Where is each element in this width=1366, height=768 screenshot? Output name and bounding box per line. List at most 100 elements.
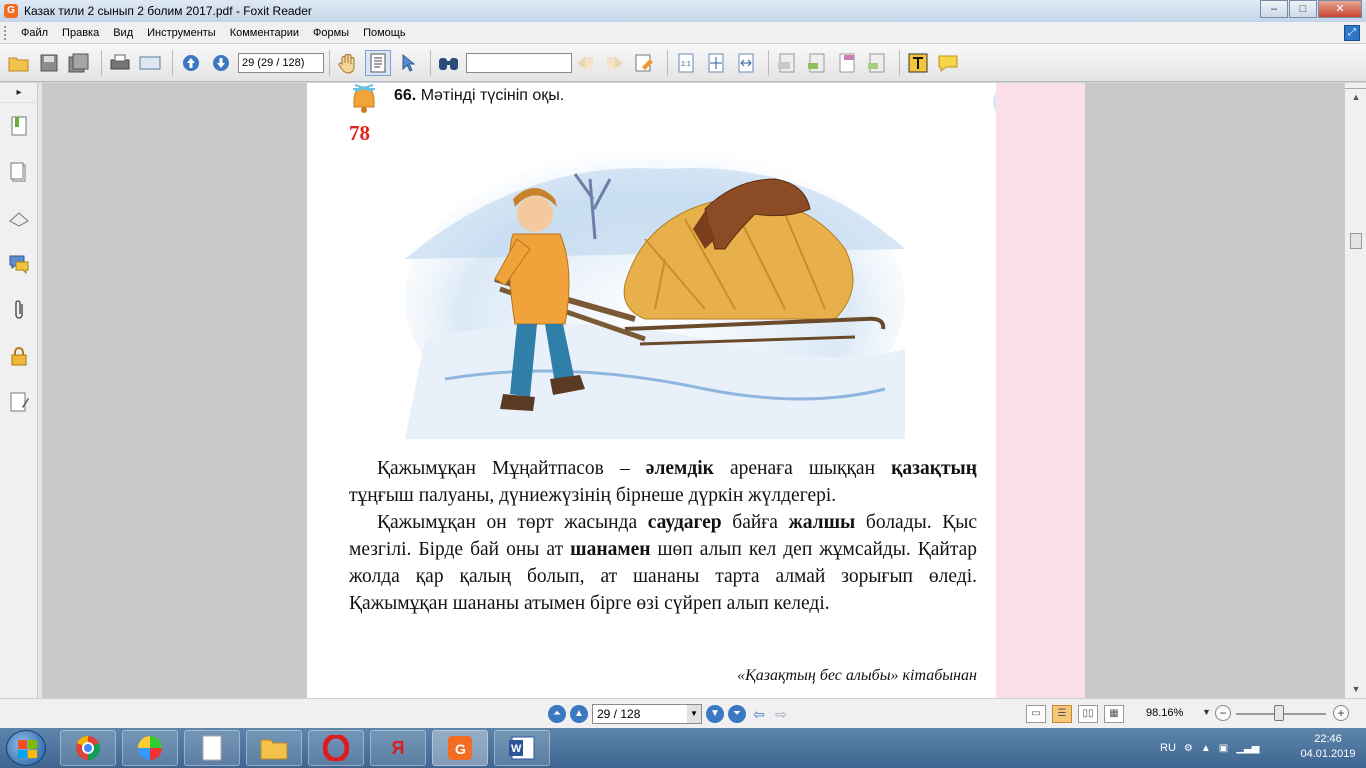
zoom-level[interactable]: 98.16% [1146,707,1183,719]
zoom-out-button[interactable]: − [1215,705,1231,721]
taskbar-foxit-reader[interactable]: G [432,730,488,766]
menu-bar: Файл Правка Вид Инструменты Комментарии … [0,22,1366,44]
menu-file[interactable]: Файл [14,27,55,39]
start-button[interactable] [6,730,46,766]
menu-forms[interactable]: Формы [306,27,356,39]
maximize-button[interactable]: □ [1289,0,1317,18]
security-icon[interactable] [0,333,38,379]
typewriter-icon[interactable] [905,50,931,76]
comment-note-icon[interactable] [935,50,961,76]
window-title: Казак тили 2 сынып 2 болим 2017.pdf - Fo… [24,4,312,18]
last-page-icon[interactable]: ⏷ [728,705,746,723]
menu-comments[interactable]: Комментарии [223,27,306,39]
select-pointer-icon[interactable] [395,50,421,76]
select-text-icon[interactable] [365,49,391,76]
next-page-status-icon[interactable]: ▼ [706,705,724,723]
scan-icon[interactable] [137,50,163,76]
toolbar-separator [101,49,102,76]
single-page-icon[interactable]: ▭ [1026,705,1046,723]
zoom-slider-thumb[interactable] [1274,705,1284,721]
print-icon[interactable] [107,50,133,76]
find-icon[interactable] [436,50,462,76]
bold-term: жалшы [788,512,856,533]
close-button[interactable]: ✕ [1318,0,1362,18]
toolbar-separator [667,49,668,76]
toolbar-separator [430,49,431,76]
facing-pages-icon[interactable]: ▯▯ [1078,705,1098,723]
status-page-input[interactable]: 29 / 128 ▼ [592,704,702,724]
menu-view[interactable]: Вид [106,27,140,39]
bookmarks-icon[interactable] [0,103,38,149]
scroll-up-button[interactable]: ▲ [1345,89,1366,106]
menu-edit[interactable]: Правка [55,27,106,39]
prev-page-status-icon[interactable]: ▲ [570,705,588,723]
bell-icon [353,84,375,113]
back-arrow-icon[interactable]: ⇦ [750,705,768,723]
scroll-thumb[interactable] [1350,233,1362,249]
taskbar-file-explorer[interactable] [246,730,302,766]
bold-term: әлемдік [645,458,714,479]
taskbar-beach-ball[interactable] [122,730,178,766]
pdf-file-icon[interactable] [834,50,860,76]
system-clock[interactable]: 22:46 04.01.2019 [1296,732,1360,762]
chevron-down-icon[interactable]: ▼ [687,705,701,723]
taskbar-opera[interactable] [308,730,364,766]
next-page-icon[interactable] [208,50,234,76]
create-pdf-icon[interactable] [774,50,800,76]
convert-pdf-icon[interactable] [804,50,830,76]
scroll-down-button[interactable]: ▼ [1345,681,1366,698]
foxit-app-icon[interactable]: G [4,4,18,18]
network-update-icon[interactable]: ⚙ [1184,743,1193,754]
search-input[interactable] [466,52,572,73]
attachments-icon[interactable] [0,287,38,333]
page-number-input[interactable] [238,52,324,73]
layers-icon[interactable] [0,195,38,241]
pages-icon[interactable] [0,149,38,195]
signatures-icon[interactable] [0,379,38,425]
menu-help[interactable]: Помощь [356,27,413,39]
taskbar-word[interactable]: W [494,730,550,766]
forward-arrow-icon[interactable]: ⇨ [772,705,790,723]
pdf-export-icon[interactable] [864,50,890,76]
search-prev-icon[interactable] [572,50,598,76]
title-bar: G Казак тили 2 сынып 2 болим 2017.pdf - … [0,0,1366,22]
vertical-scrollbar[interactable]: ▲ ▼ [1344,83,1366,698]
save-icon[interactable] [36,50,62,76]
pdf-page: 78 66. Мәтінді түсініп оқы. Қажымұқан Мұ… [307,83,1027,698]
continuous-page-icon[interactable]: ☰ [1052,705,1072,723]
continuous-facing-icon[interactable]: ▦ [1104,705,1124,723]
save-all-icon[interactable] [66,50,92,76]
taskbar-yandex[interactable]: Я [370,730,426,766]
task-heading: 66. Мәтінді түсініп оқы. [394,87,564,105]
hand-tool-icon[interactable] [335,50,361,76]
comments-icon[interactable] [0,241,38,287]
taskbar-chrome[interactable] [60,730,116,766]
show-hidden-icons-icon[interactable]: ▲ [1201,743,1211,754]
page-navigation: ⏶ ▲ 29 / 128 ▼ ▼ ⏷ ⇦ ⇨ [548,704,794,724]
search-next-icon[interactable] [602,50,628,76]
main-text: Қажымұқан Мұңайтпасов – әлемдік аренаға … [349,455,977,617]
zoom-in-button[interactable]: + [1333,705,1349,721]
paragraph: Қажымұқан он төрт жасында саудагер байға… [349,509,977,617]
minimize-button[interactable]: – [1260,0,1288,18]
clock-date: 04.01.2019 [1300,748,1356,760]
zoom-dropdown-icon[interactable]: ▼ [1202,707,1211,717]
open-icon[interactable] [6,50,32,76]
source-citation: «Қазақтың бес алыбы» кітабынан [737,667,977,684]
fit-width-icon[interactable] [733,50,759,76]
sidebar-toggle-button[interactable]: ▸ [0,83,38,103]
taskbar-blank-document[interactable] [184,730,240,766]
first-page-icon[interactable]: ⏶ [548,705,566,723]
signal-icon[interactable]: ▁▃▅ [1236,743,1259,754]
language-indicator[interactable]: RU [1160,742,1176,754]
restore-window-icon[interactable]: ⤢ [1344,25,1360,41]
fit-page-icon[interactable] [703,50,729,76]
prev-page-icon[interactable] [178,50,204,76]
text-run: аренаға шыққан [713,458,892,479]
page-margin-band [996,83,1085,698]
action-center-icon[interactable]: ▣ [1219,743,1228,754]
zoom-actual-icon[interactable]: 1:1 [673,50,699,76]
highlight-icon[interactable] [632,50,658,76]
menu-tools[interactable]: Инструменты [140,27,223,39]
toolbar-separator [329,49,330,76]
